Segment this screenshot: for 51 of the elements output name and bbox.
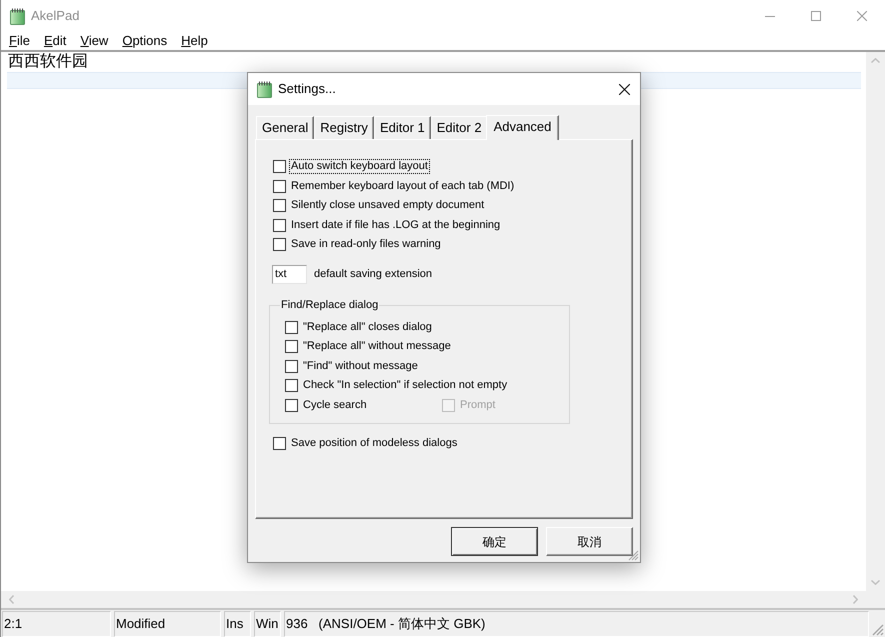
option-label[interactable]: "Replace all" closes dialog — [302, 320, 433, 334]
option-label[interactable]: "Replace all" without message — [302, 340, 452, 354]
checkbox[interactable] — [273, 160, 286, 174]
notepad-icon — [257, 80, 272, 98]
tab[interactable]: Editor 1 — [374, 116, 431, 139]
checkbox[interactable] — [285, 340, 298, 354]
tab[interactable]: Registry — [314, 116, 374, 139]
menu-item[interactable]: Edit — [36, 32, 74, 50]
tab[interactable]: General — [256, 116, 314, 139]
status-field: Win — [254, 611, 281, 637]
menu-item[interactable]: Help — [174, 32, 215, 50]
option-label[interactable]: Check "In selection" if selection not empty — [302, 379, 508, 392]
group-title: Find/Replace dialog — [280, 298, 380, 312]
tab[interactable]: Editor 2 — [430, 116, 488, 139]
status-field: 936 (ANSI/OEM - 简体中文 GBK) — [284, 611, 869, 637]
dialog-title: Settings... — [278, 80, 336, 98]
menu-item[interactable]: File — [2, 32, 37, 50]
option-label[interactable]: Remember keyboard layout of each tab (MDI) — [290, 180, 516, 193]
checkbox[interactable] — [285, 379, 298, 392]
status-field: 2:1 — [2, 611, 111, 637]
window-title: AkelPad — [31, 7, 80, 26]
option-label[interactable]: Save in read-only files warning — [290, 238, 442, 252]
option-label[interactable]: Auto switch keyboard layout — [290, 160, 429, 174]
option-label[interactable]: Save position of modeless dialogs — [290, 436, 458, 450]
status-field: Modified — [114, 611, 221, 637]
checkbox[interactable] — [273, 218, 286, 232]
checkbox[interactable] — [285, 398, 298, 412]
extension-field[interactable]: txt — [272, 264, 307, 284]
checkbox[interactable] — [273, 436, 286, 450]
size-grip-icon[interactable] — [872, 624, 884, 636]
close-icon[interactable] — [619, 84, 630, 94]
checkbox[interactable] — [273, 199, 286, 212]
tab[interactable]: Advanced — [486, 115, 560, 140]
notepad-icon — [10, 8, 25, 24]
dialog-button[interactable]: 取消 — [546, 527, 633, 556]
dialog-button[interactable]: 确定 — [451, 527, 538, 556]
option-label[interactable]: Silently close unsaved empty document — [290, 199, 486, 212]
checkbox[interactable] — [285, 320, 298, 334]
field-label: default saving extension — [314, 266, 432, 282]
menu-item[interactable]: View — [73, 32, 116, 50]
menu-item[interactable]: Options — [115, 32, 174, 50]
checkbox[interactable] — [285, 360, 298, 373]
checkbox[interactable] — [273, 180, 286, 193]
option-label[interactable]: Cycle search — [302, 398, 368, 412]
option-label[interactable]: "Find" without message — [302, 360, 419, 373]
editor-text: 西西软件园 — [7, 53, 89, 72]
resize-grip-icon[interactable] — [628, 550, 639, 561]
checkbox[interactable] — [273, 238, 286, 252]
status-field: Ins — [224, 611, 251, 637]
maximize-icon[interactable] — [811, 11, 821, 21]
option-label[interactable]: Insert date if file has .LOG at the beginning — [290, 218, 502, 232]
